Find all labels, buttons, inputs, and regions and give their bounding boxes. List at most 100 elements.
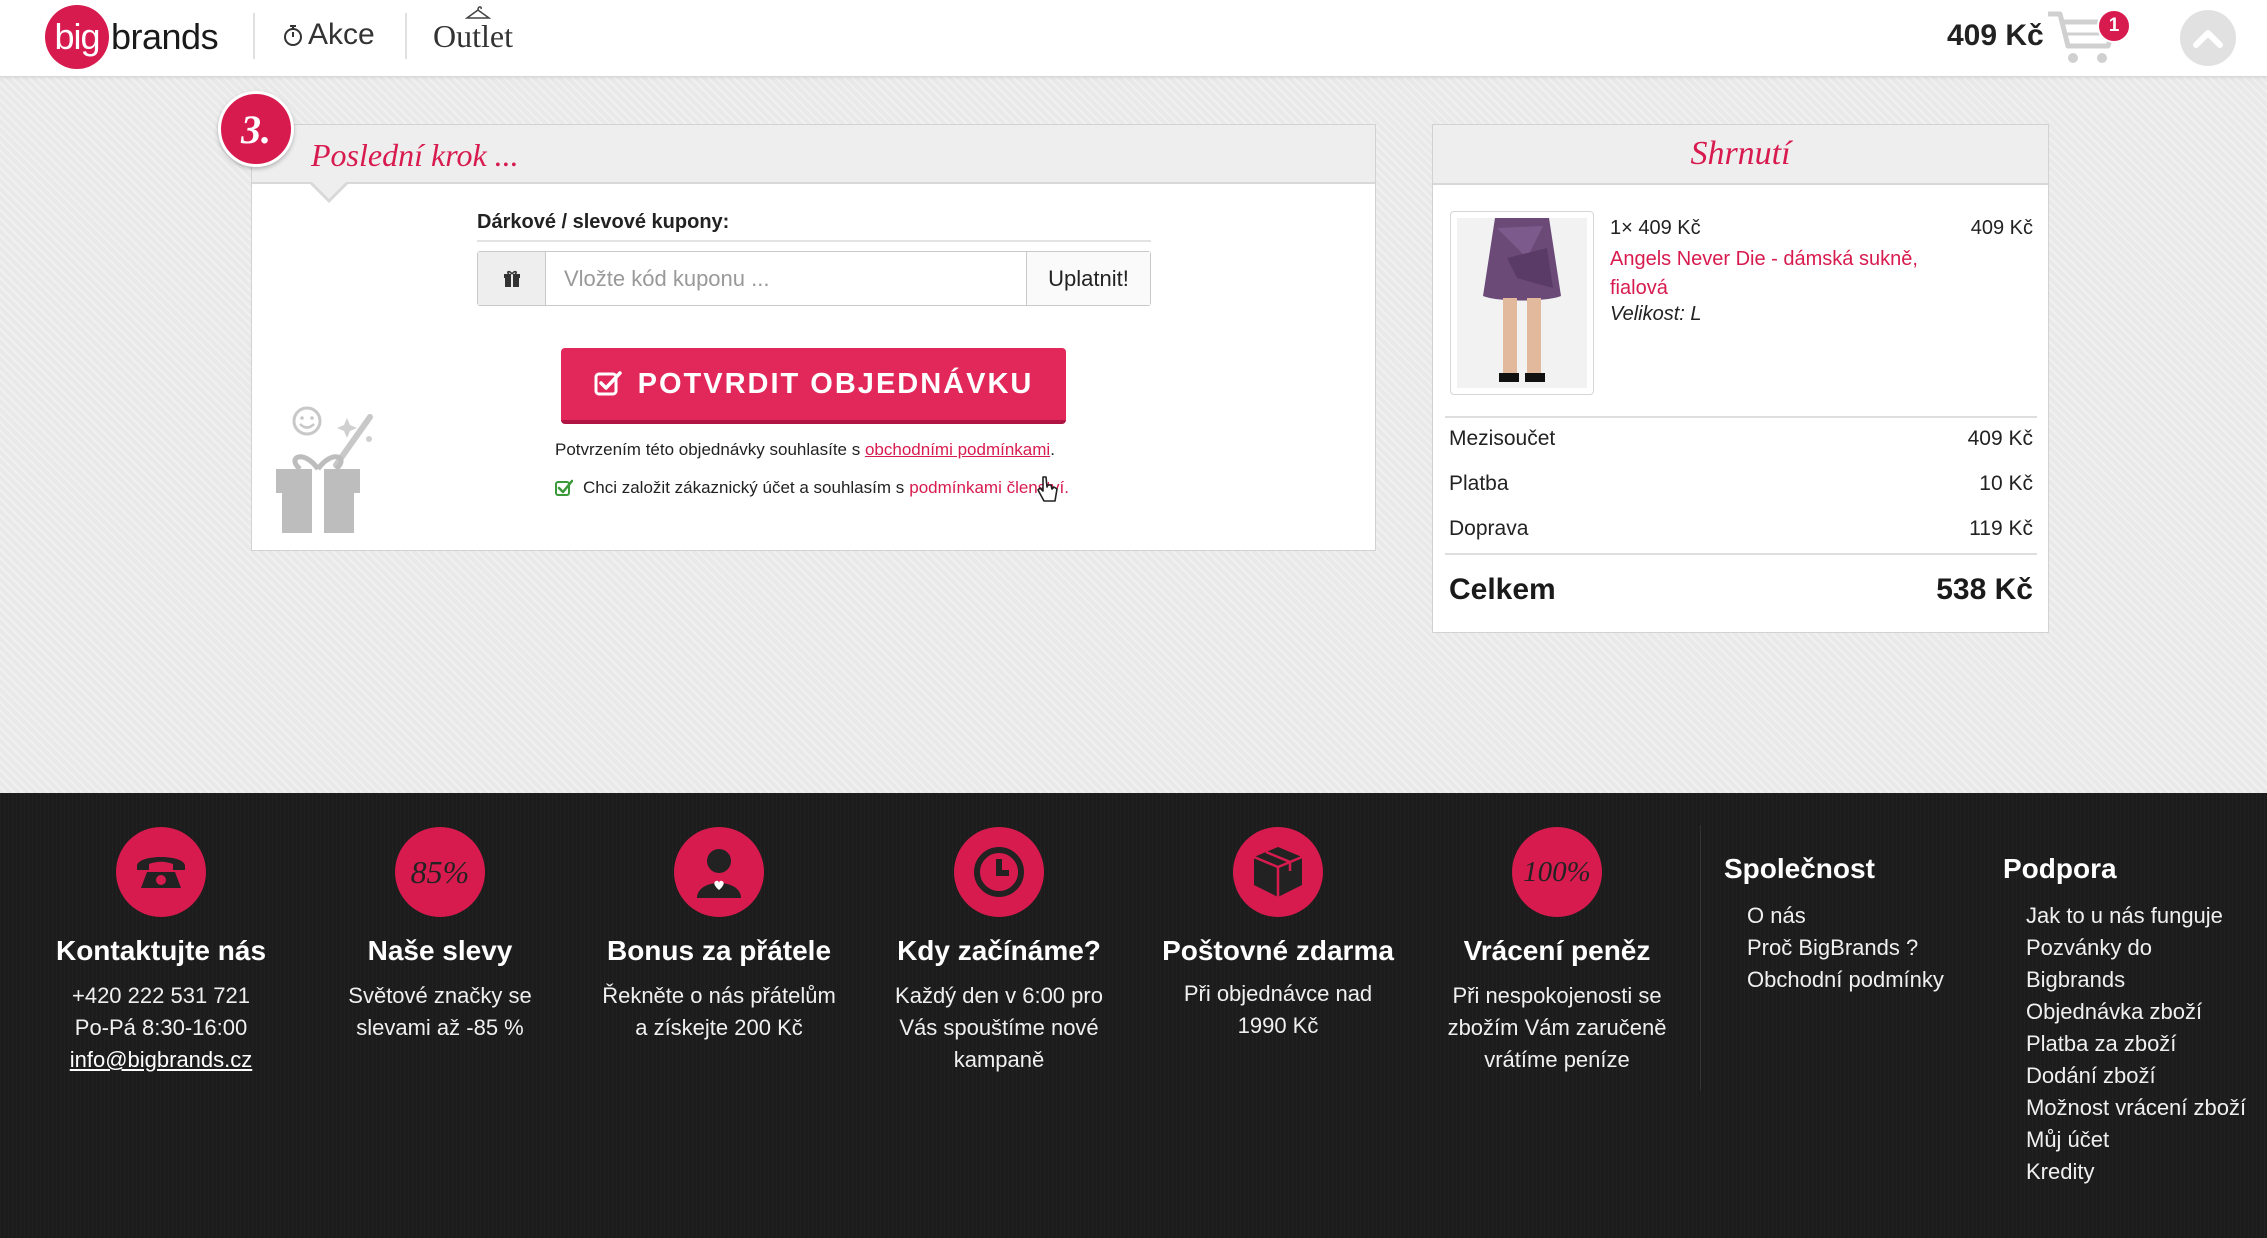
chevron-up-icon bbox=[2193, 30, 2223, 48]
terms-link[interactable]: obchodními podmínkami bbox=[865, 440, 1050, 459]
footer-support-title: Podpora bbox=[2003, 853, 2117, 884]
site-footer: Kontaktujte nás +420 222 531 721 Po-Pá 8… bbox=[0, 793, 2267, 1238]
shipping-row: Doprava 119 Kč bbox=[1449, 517, 2033, 541]
header-divider bbox=[405, 13, 407, 59]
footer-money-back-text: Při nespokojenosti se zbožím Vám zaručen… bbox=[1447, 983, 1667, 1072]
footer-start-title: Kdy začínáme? bbox=[897, 935, 1101, 966]
footer-link-returns[interactable]: Možnost vrácení zboží bbox=[2003, 1092, 2248, 1124]
product-thumbnail[interactable] bbox=[1450, 211, 1594, 395]
step-title: Poslední krok ... bbox=[311, 137, 519, 173]
footer-link-ordering[interactable]: Objednávka zboží bbox=[2003, 996, 2248, 1028]
summary-divider bbox=[1445, 416, 2037, 418]
footer-discounts-text: Světové značky se slevami až -85 % bbox=[348, 983, 532, 1040]
checkout-step-panel: Poslední krok ... Dárkové / slevové kupo… bbox=[251, 124, 1376, 551]
item-price: 409 Kč bbox=[1970, 217, 2033, 239]
footer-money-back: 100% Vrácení peněz Při nespokojenosti se… bbox=[1437, 827, 1677, 1076]
footer-start-time: Kdy začínáme? Každý den v 6:00 pro Vás s… bbox=[879, 827, 1119, 1076]
percent-icon: 85% bbox=[395, 827, 485, 917]
footer-company-links: Společnost O nás Proč BigBrands ? Obchod… bbox=[1724, 853, 1944, 996]
footer-divider bbox=[1700, 825, 1701, 1090]
step-number-badge: 3. bbox=[218, 91, 294, 167]
footer-link-account[interactable]: Můj účet bbox=[2003, 1124, 2248, 1156]
scroll-top-button[interactable] bbox=[2180, 10, 2236, 66]
shipping-value: 119 Kč bbox=[1969, 517, 2033, 540]
footer-friends-text: Řekněte o nás přátelům a získejte 200 Kč bbox=[602, 983, 836, 1040]
footer-email-link[interactable]: info@bigbrands.cz bbox=[70, 1047, 253, 1072]
footer-link-invitations[interactable]: Pozvánky do Bigbrands bbox=[2003, 932, 2248, 996]
footer-link-about[interactable]: O nás bbox=[1724, 900, 1944, 932]
gift-icon bbox=[503, 270, 520, 287]
skirt-product-image bbox=[1457, 218, 1587, 388]
header-divider bbox=[253, 13, 255, 59]
phone-icon bbox=[116, 827, 206, 917]
subtotal-label: Mezisoučet bbox=[1449, 427, 1556, 450]
terms-text: Potvrzením této objednávky souhlasíte s bbox=[555, 440, 861, 459]
coupon-addon bbox=[478, 252, 546, 305]
total-row: Celkem 538 Kč bbox=[1449, 573, 2033, 607]
footer-free-shipping: Poštovné zdarma Při objednávce nad 1990 … bbox=[1158, 827, 1398, 1042]
coupon-input-group: Uplatnit! bbox=[477, 251, 1151, 306]
item-quantity-price: 1× 409 Kč bbox=[1610, 217, 1701, 239]
item-name-link[interactable]: Angels Never Die - dámská sukně, fialová bbox=[1610, 245, 1970, 303]
coupon-code-input[interactable] bbox=[546, 252, 1026, 305]
footer-link-delivery[interactable]: Dodání zboží bbox=[2003, 1060, 2248, 1092]
total-value: 538 Kč bbox=[1936, 573, 2033, 606]
footer-hours: Po-Pá 8:30-16:00 bbox=[74, 1015, 248, 1040]
confirm-order-button[interactable]: POTVRDIT OBJEDNÁVKU bbox=[561, 348, 1066, 424]
summary-divider bbox=[1445, 553, 2037, 555]
footer-link-terms[interactable]: Obchodní podmínky bbox=[1724, 964, 1944, 996]
order-summary-panel: Shrnutí 1× 409 Kč 409 Kč Angels Never Di… bbox=[1432, 124, 2049, 633]
terms-end: . bbox=[1050, 440, 1055, 459]
stopwatch-icon bbox=[284, 25, 302, 46]
account-text: Chci založit zákaznický účet a souhlasím… bbox=[583, 478, 905, 497]
footer-link-why[interactable]: Proč BigBrands ? bbox=[1724, 932, 1944, 964]
shipping-label: Doprava bbox=[1449, 517, 1529, 540]
footer-friends-bonus: Bonus za přátele Řekněte o nás přátelům … bbox=[599, 827, 839, 1044]
site-header: big brands Akce Outlet 409 Kč 1 bbox=[0, 0, 2267, 77]
apply-coupon-button[interactable]: Uplatnit! bbox=[1026, 252, 1150, 305]
terms-notice: Potvrzením této objednávky souhlasíte s … bbox=[555, 440, 1055, 460]
cart-total[interactable]: 409 Kč bbox=[1947, 19, 2044, 53]
hand-cursor-icon bbox=[1037, 476, 1058, 502]
footer-money-back-title: Vrácení peněz bbox=[1463, 935, 1651, 966]
footer-start-text: Každý den v 6:00 pro Vás spouštíme nové … bbox=[895, 983, 1103, 1072]
checkbox-checked-icon bbox=[594, 371, 622, 396]
gift-illustration-icon bbox=[276, 406, 373, 533]
cart-count-badge[interactable]: 1 bbox=[2097, 9, 2131, 43]
footer-shipping-text: Při objednávce nad 1990 Kč bbox=[1183, 981, 1373, 1038]
nav-akce-link[interactable]: Akce bbox=[282, 18, 375, 52]
footer-contact-title: Kontaktujte nás bbox=[55, 935, 267, 966]
footer-company-title: Společnost bbox=[1724, 853, 1875, 884]
clock-icon bbox=[954, 827, 1044, 917]
footer-link-credits[interactable]: Kredity bbox=[2003, 1156, 2248, 1188]
footer-support-links: Podpora Jak to u nás funguje Pozvánky do… bbox=[2003, 853, 2248, 1188]
step-header: Poslední krok ... bbox=[252, 125, 1375, 184]
logo-big: big bbox=[45, 5, 109, 69]
hundred-percent-icon: 100% bbox=[1512, 827, 1602, 917]
payment-value: 10 Kč bbox=[1979, 472, 2033, 495]
coupon-label: Dárkové / slevové kupony: bbox=[477, 211, 730, 233]
footer-discounts: 85% Naše slevy Světové značky se slevami… bbox=[320, 827, 560, 1044]
box-icon bbox=[1233, 827, 1323, 917]
bigbrands-logo[interactable]: big brands bbox=[45, 5, 219, 69]
header-notch-fill bbox=[312, 182, 346, 199]
logo-brands: brands bbox=[111, 16, 219, 57]
nav-outlet-link[interactable]: Outlet bbox=[433, 18, 513, 55]
account-checkbox[interactable] bbox=[555, 479, 573, 497]
total-label: Celkem bbox=[1449, 573, 1556, 606]
footer-contact: Kontaktujte nás +420 222 531 721 Po-Pá 8… bbox=[41, 827, 281, 1076]
footer-shipping-title: Poštovné zdarma bbox=[1162, 935, 1394, 966]
person-icon bbox=[674, 827, 764, 917]
coupon-divider bbox=[477, 240, 1151, 242]
summary-title: Shrnutí bbox=[1690, 135, 1791, 172]
item-size: Velikost: L bbox=[1610, 303, 1702, 325]
confirm-order-label: POTVRDIT OBJEDNÁVKU bbox=[637, 367, 1034, 400]
subtotal-value: 409 Kč bbox=[1967, 427, 2033, 450]
footer-link-how-it-works[interactable]: Jak to u nás funguje bbox=[2003, 900, 2248, 932]
payment-row: Platba 10 Kč bbox=[1449, 472, 2033, 496]
footer-discounts-title: Naše slevy bbox=[367, 935, 513, 966]
summary-header: Shrnutí bbox=[1433, 125, 2048, 185]
footer-phone: +420 222 531 721 bbox=[71, 983, 250, 1008]
footer-link-payment[interactable]: Platba za zboží bbox=[2003, 1028, 2248, 1060]
create-account-option[interactable]: Chci založit zákaznický účet a souhlasím… bbox=[555, 478, 1069, 498]
